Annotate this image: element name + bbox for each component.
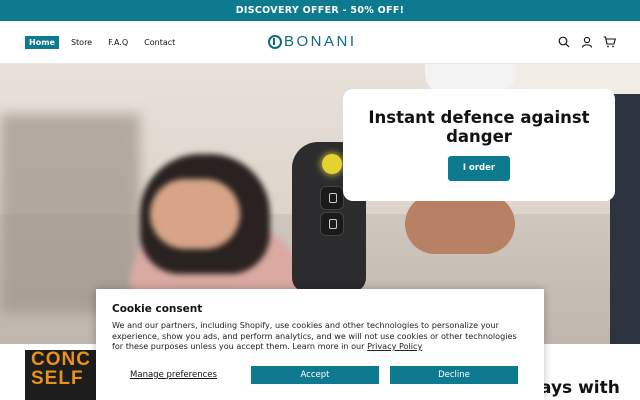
nav-item-home[interactable]: Home [25, 36, 59, 49]
order-button[interactable]: I order [448, 156, 510, 181]
lock-icon [320, 186, 344, 210]
privacy-policy-link[interactable]: Privacy Policy [367, 341, 422, 351]
hero-person-hands [150, 179, 240, 249]
nav-item-store[interactable]: Store [67, 36, 96, 49]
announcement-bar: DISCOVERY OFFER - 50% OFF! [0, 0, 640, 21]
hero-background-shape [0, 114, 140, 314]
user-icon[interactable] [580, 35, 593, 48]
accept-button[interactable]: Accept [251, 366, 379, 384]
hero-title: Instant defence against danger [368, 108, 590, 146]
cookie-consent-banner: Cookie consent We and our partners, incl… [96, 289, 544, 400]
cart-icon[interactable] [603, 35, 616, 48]
hero-hand [405, 194, 515, 254]
cookie-actions: Manage preferences Accept Decline [112, 366, 528, 384]
cookie-body-text: We and our partners, including Shopify, … [112, 320, 517, 351]
cookie-text: We and our partners, including Shopify, … [112, 320, 528, 352]
announcement-text: DISCOVERY OFFER - 50% OFF! [235, 5, 405, 16]
thumb-line-2: SELF [31, 368, 84, 389]
device-led [322, 154, 342, 174]
main-nav: Home Store F.A.Q Contact [25, 36, 179, 49]
cookie-title: Cookie consent [112, 303, 203, 315]
unlock-icon [320, 212, 344, 236]
search-icon[interactable] [557, 35, 570, 48]
feature-heading: ays with [540, 378, 620, 398]
feature-thumbnail: CONC SELF [25, 350, 97, 400]
site-logo[interactable]: BONANI [268, 33, 357, 50]
header-icons [557, 35, 616, 48]
decline-button[interactable]: Decline [390, 366, 518, 384]
nav-item-contact[interactable]: Contact [140, 36, 179, 49]
thumb-line-1: CONC [31, 350, 91, 370]
hero-card: Instant defence against danger I order [343, 89, 615, 201]
manage-preferences-link[interactable]: Manage preferences [112, 370, 235, 380]
nav-item-faq[interactable]: F.A.Q [104, 36, 132, 49]
site-header: Home Store F.A.Q Contact BONANI [0, 21, 640, 64]
logo-mark-icon [268, 34, 282, 49]
logo-text: BONANI [284, 33, 357, 50]
